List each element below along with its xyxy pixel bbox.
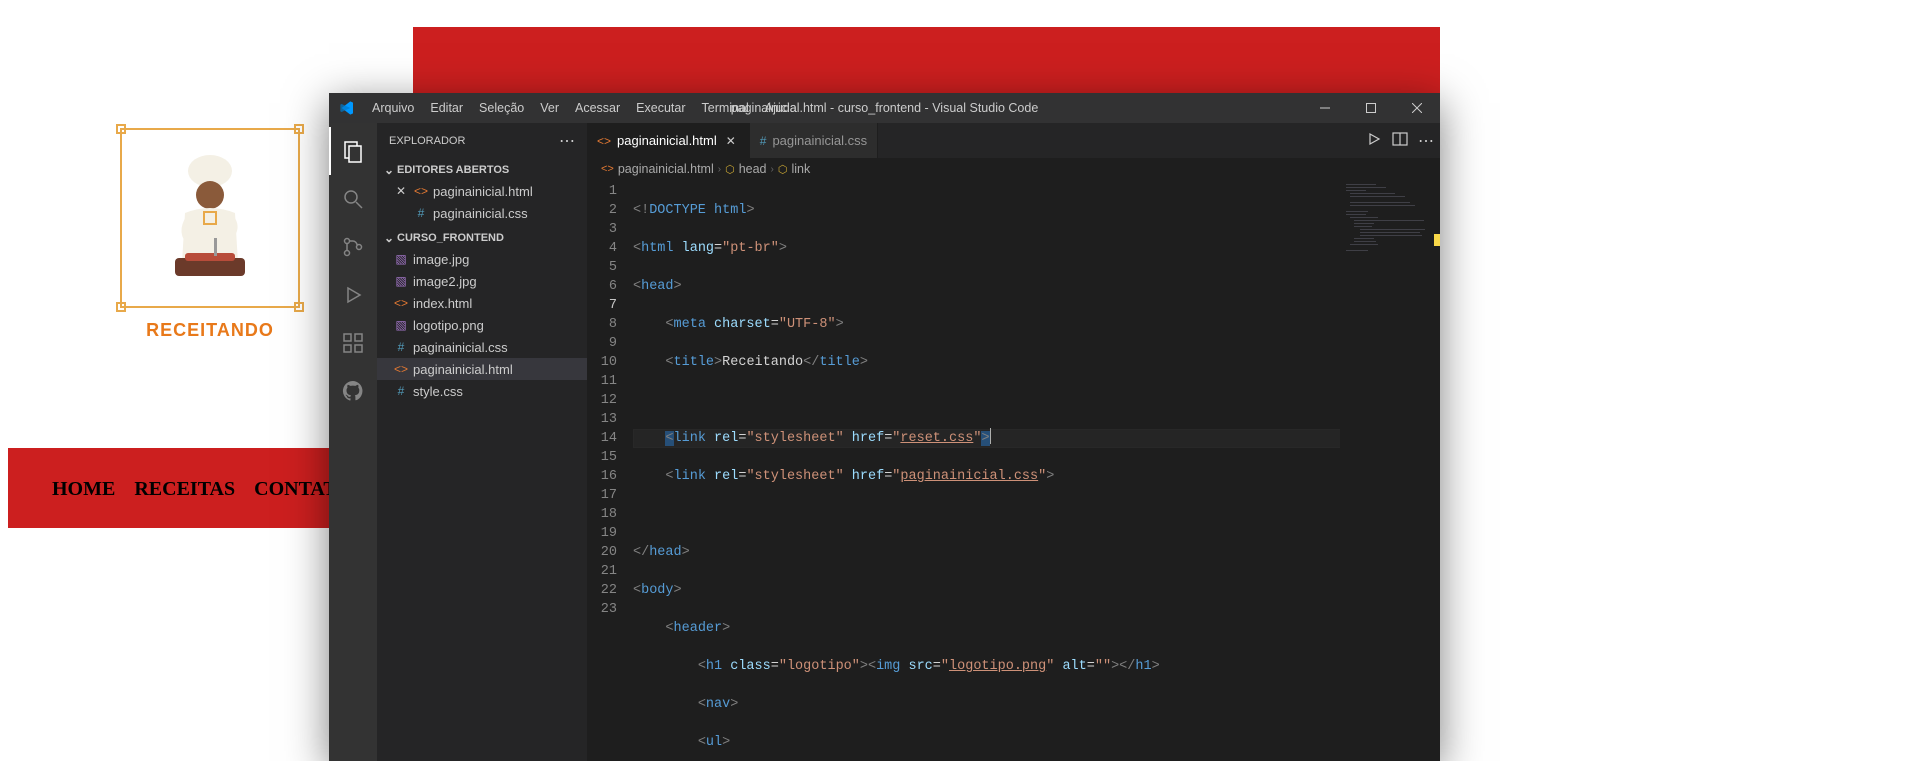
- window-minimize-button[interactable]: [1302, 93, 1348, 123]
- file-item[interactable]: #paginainicial.css: [377, 336, 587, 358]
- chevron-right-icon: ›: [771, 164, 774, 175]
- window-maximize-button[interactable]: [1348, 93, 1394, 123]
- activity-scm-icon[interactable]: [329, 223, 377, 271]
- css-file-icon: #: [393, 340, 409, 354]
- html-file-icon: <>: [413, 184, 429, 198]
- run-icon[interactable]: [1366, 131, 1382, 150]
- css-file-icon: #: [760, 134, 767, 148]
- open-editor-item[interactable]: #paginainicial.css: [377, 202, 587, 224]
- activity-explorer-icon[interactable]: [329, 127, 377, 175]
- titlebar[interactable]: Arquivo Editar Seleção Ver Acessar Execu…: [329, 93, 1440, 123]
- file-item[interactable]: #style.css: [377, 380, 587, 402]
- vscode-window: Arquivo Editar Seleção Ver Acessar Execu…: [329, 93, 1440, 761]
- chevron-down-icon: ⌄: [381, 163, 397, 177]
- editor-tab[interactable]: <> paginainicial.html ✕: [587, 123, 750, 158]
- image-file-icon: ▧: [393, 318, 409, 332]
- image-file-icon: ▧: [393, 252, 409, 266]
- file-item[interactable]: ▧image2.jpg: [377, 270, 587, 292]
- activity-debug-icon[interactable]: [329, 271, 377, 319]
- split-editor-icon[interactable]: [1392, 131, 1408, 150]
- minimap[interactable]: [1340, 180, 1440, 761]
- image-file-icon: ▧: [393, 274, 409, 288]
- open-editor-item[interactable]: ✕<>paginainicial.html: [377, 180, 587, 202]
- nav-receitas[interactable]: RECEITAS: [134, 478, 235, 500]
- file-item[interactable]: <>index.html: [377, 292, 587, 314]
- menu-run[interactable]: Executar: [628, 93, 693, 123]
- explorer-more-icon[interactable]: ⋯: [559, 131, 575, 151]
- breadcrumb[interactable]: <> paginainicial.html › ⬡ head › ⬡ link: [587, 158, 1440, 180]
- chef-illustration: [150, 143, 270, 293]
- close-icon[interactable]: ✕: [723, 134, 739, 148]
- line-gutter: 1234567891011121314151617181920212223: [587, 180, 633, 761]
- open-editors-section[interactable]: ⌄EDITORES ABERTOS: [377, 160, 587, 180]
- menu-file[interactable]: Arquivo: [364, 93, 422, 123]
- css-file-icon: #: [413, 206, 429, 220]
- activity-search-icon[interactable]: [329, 175, 377, 223]
- html-file-icon: <>: [393, 362, 409, 376]
- menu-view[interactable]: Ver: [532, 93, 567, 123]
- window-close-button[interactable]: [1394, 93, 1440, 123]
- menu-bar: Arquivo Editar Seleção Ver Acessar Execu…: [364, 93, 805, 123]
- css-file-icon: #: [393, 384, 409, 398]
- tab-bar: <> paginainicial.html ✕ # paginainicial.…: [587, 123, 1440, 158]
- editor-tab[interactable]: # paginainicial.css: [750, 123, 878, 158]
- explorer-sidebar: EXPLORADOR ⋯ ⌄EDITORES ABERTOS ✕ <>pagina…: [377, 123, 587, 761]
- close-icon[interactable]: ✕: [393, 184, 409, 198]
- code-editor[interactable]: 1234567891011121314151617181920212223 <!…: [587, 180, 1440, 761]
- file-item[interactable]: ▧logotipo.png: [377, 314, 587, 336]
- chevron-down-icon: ⌄: [381, 231, 397, 245]
- more-icon[interactable]: ⋯: [1418, 131, 1434, 151]
- explorer-title: EXPLORADOR: [389, 135, 465, 147]
- explorer-header: EXPLORADOR ⋯: [377, 123, 587, 158]
- html-file-icon: <>: [601, 163, 614, 175]
- vscode-logo-icon: [329, 100, 364, 116]
- chevron-right-icon: ›: [718, 164, 721, 175]
- menu-edit[interactable]: Editar: [422, 93, 471, 123]
- code-content[interactable]: <!DOCTYPE html> <html lang="pt-br"> <hea…: [633, 180, 1440, 761]
- symbol-icon: ⬡: [778, 163, 788, 176]
- folder-section[interactable]: ⌄CURSO_FRONTEND: [377, 228, 587, 248]
- file-item[interactable]: ▧image.jpg: [377, 248, 587, 270]
- menu-selection[interactable]: Seleção: [471, 93, 532, 123]
- html-file-icon: <>: [393, 296, 409, 310]
- symbol-icon: ⬡: [725, 163, 735, 176]
- scroll-indicator: [1434, 234, 1440, 246]
- activity-github-icon[interactable]: [329, 367, 377, 415]
- activity-extensions-icon[interactable]: [329, 319, 377, 367]
- nav-home[interactable]: HOME: [52, 478, 115, 500]
- html-file-icon: <>: [597, 134, 611, 148]
- brand-text: RECEITANDO: [120, 320, 300, 341]
- page-nav: HOME RECEITAS CONTATO: [52, 478, 366, 501]
- menu-access[interactable]: Acessar: [567, 93, 628, 123]
- menu-terminal[interactable]: Terminal: [694, 93, 757, 123]
- menu-help[interactable]: Ajuda: [757, 93, 805, 123]
- logo-frame: [120, 128, 300, 308]
- activity-bar: [329, 123, 377, 761]
- editor-area: <> paginainicial.html ✕ # paginainicial.…: [587, 123, 1440, 761]
- file-item[interactable]: <>paginainicial.html: [377, 358, 587, 380]
